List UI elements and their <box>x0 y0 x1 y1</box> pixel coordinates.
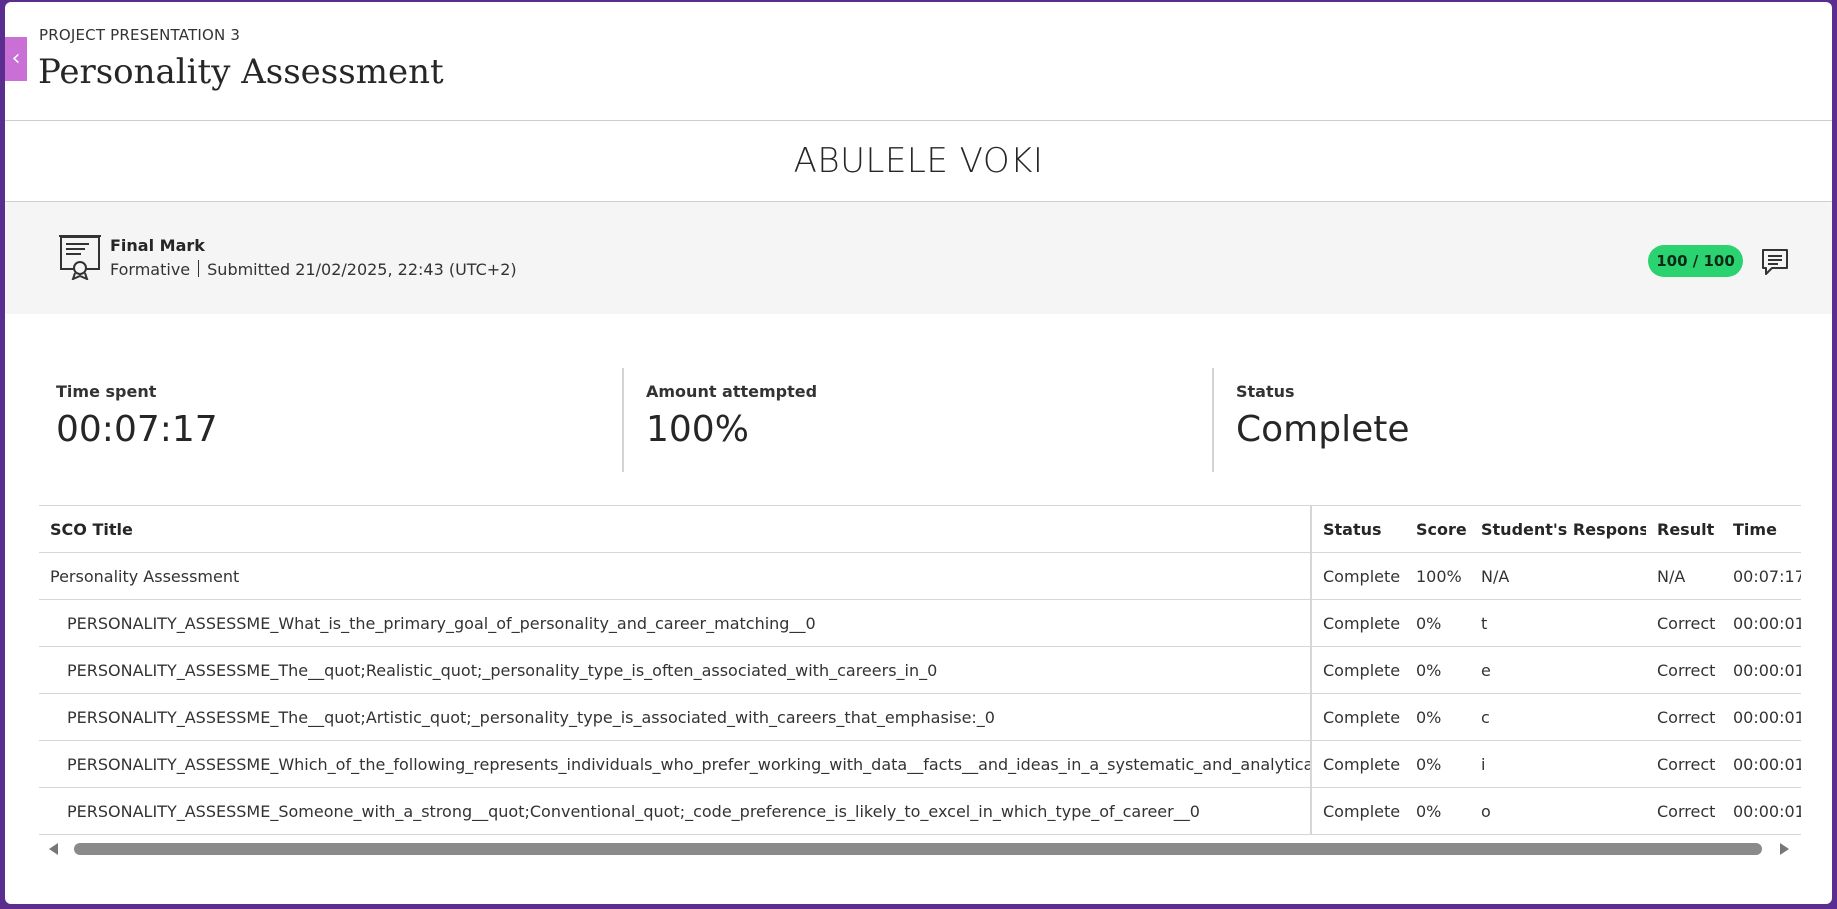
column-header-score: Score <box>1405 505 1470 553</box>
score-badge: 100 / 100 <box>1648 245 1743 277</box>
stat-time-spent: Time spent 00:07:17 <box>56 368 218 472</box>
status-cell: Complete <box>1311 787 1405 835</box>
table-row: PERSONALITY_ASSESSME_The__quot;Realistic… <box>39 646 1801 694</box>
time-cell: 00:00:01 <box>1722 646 1801 694</box>
stat-value: 00:07:17 <box>56 409 218 450</box>
response-cell: c <box>1470 693 1646 741</box>
result-cell: Correct <box>1646 740 1722 788</box>
stat-divider <box>1212 368 1214 472</box>
details-separator <box>198 260 200 277</box>
assessment-type: Formative <box>110 260 191 279</box>
score-cell: 0% <box>1405 693 1470 741</box>
stat-label: Amount attempted <box>646 382 818 401</box>
final-mark-title: Final Mark <box>110 236 205 255</box>
status-cell: Complete <box>1311 646 1405 694</box>
table-row: PERSONALITY_ASSESSME_Someone_with_a_stro… <box>39 787 1801 835</box>
page-header: PROJECT PRESENTATION 3 Personality Asses… <box>5 2 1832 121</box>
column-header-response: Student's Response <box>1470 505 1646 553</box>
table-row: PERSONALITY_ASSESSME_What_is_the_primary… <box>39 599 1801 647</box>
certificate-icon <box>59 235 101 280</box>
stat-amount-attempted: Amount attempted 100% <box>646 368 817 472</box>
sco-title-cell: PERSONALITY_ASSESSME_Someone_with_a_stro… <box>39 787 1312 835</box>
final-mark-section: Final Mark Formative Submitted 21/02/2025… <box>5 204 1832 314</box>
column-header-status: Status <box>1311 505 1405 553</box>
result-cell: Correct <box>1646 599 1722 647</box>
result-cell: Correct <box>1646 787 1722 835</box>
grade-panel: ‹ PROJECT PRESENTATION 3 Personality Ass… <box>5 2 1832 904</box>
column-header-sco-title: SCO Title <box>39 505 1312 553</box>
score-cell: 0% <box>1405 740 1470 788</box>
status-cell: Complete <box>1311 552 1405 600</box>
response-cell: i <box>1470 740 1646 788</box>
time-cell: 00:00:01 <box>1722 693 1801 741</box>
table-row: Personality Assessment Complete 100% N/A… <box>39 552 1801 600</box>
time-cell: 00:07:17 <box>1722 552 1801 600</box>
sco-title-cell: PERSONALITY_ASSESSME_The__quot;Artistic_… <box>39 693 1312 741</box>
scroll-left-icon[interactable] <box>49 843 58 855</box>
stat-label: Time spent <box>56 382 157 401</box>
course-eyebrow: PROJECT PRESENTATION 3 <box>39 26 241 44</box>
page-title: Personality Assessment <box>38 52 444 92</box>
result-cell: N/A <box>1646 552 1722 600</box>
stat-value: 100% <box>646 409 749 450</box>
time-cell: 00:00:01 <box>1722 787 1801 835</box>
result-cell: Correct <box>1646 646 1722 694</box>
back-button[interactable]: ‹ <box>5 37 27 81</box>
stat-status: Status Complete <box>1236 368 1410 472</box>
score-cell: 100% <box>1405 552 1470 600</box>
sco-title-cell: PERSONALITY_ASSESSME_Which_of_the_follow… <box>39 740 1312 788</box>
status-cell: Complete <box>1311 740 1405 788</box>
score-cell: 0% <box>1405 646 1470 694</box>
scroll-right-icon[interactable] <box>1780 843 1789 855</box>
time-cell: 00:00:01 <box>1722 740 1801 788</box>
sco-table-container: SCO Title Status Score Student's Respons… <box>39 505 1801 835</box>
time-cell: 00:00:01 <box>1722 599 1801 647</box>
comment-icon[interactable] <box>1760 247 1790 277</box>
sco-table: SCO Title Status Score Student's Respons… <box>39 505 1801 835</box>
student-bar: ABULELE VOKI <box>5 121 1832 202</box>
result-cell: Correct <box>1646 693 1722 741</box>
response-cell: e <box>1470 646 1646 694</box>
stat-value: Complete <box>1236 409 1410 450</box>
stat-label: Status <box>1236 382 1295 401</box>
response-cell: N/A <box>1470 552 1646 600</box>
final-mark-details: Formative Submitted 21/02/2025, 22:43 (UT… <box>110 260 517 279</box>
status-cell: Complete <box>1311 693 1405 741</box>
chevron-left-icon: ‹ <box>11 46 21 71</box>
scroll-thumb[interactable] <box>74 843 1762 855</box>
sco-title-cell: PERSONALITY_ASSESSME_What_is_the_primary… <box>39 599 1312 647</box>
column-header-time: Time <box>1722 505 1801 553</box>
score-cell: 0% <box>1405 599 1470 647</box>
status-cell: Complete <box>1311 599 1405 647</box>
sco-title-cell: PERSONALITY_ASSESSME_The__quot;Realistic… <box>39 646 1312 694</box>
table-header-row: SCO Title Status Score Student's Respons… <box>39 505 1801 553</box>
submission-date: Submitted 21/02/2025, 22:43 (UTC+2) <box>207 260 517 279</box>
stat-divider <box>622 368 624 472</box>
column-header-result: Result <box>1646 505 1722 553</box>
response-cell: t <box>1470 599 1646 647</box>
student-name: ABULELE VOKI <box>793 141 1044 181</box>
table-row: PERSONALITY_ASSESSME_Which_of_the_follow… <box>39 740 1801 788</box>
score-cell: 0% <box>1405 787 1470 835</box>
response-cell: o <box>1470 787 1646 835</box>
horizontal-scrollbar[interactable] <box>39 839 1801 859</box>
table-row: PERSONALITY_ASSESSME_The__quot;Artistic_… <box>39 693 1801 741</box>
sco-title-cell: Personality Assessment <box>39 552 1312 600</box>
